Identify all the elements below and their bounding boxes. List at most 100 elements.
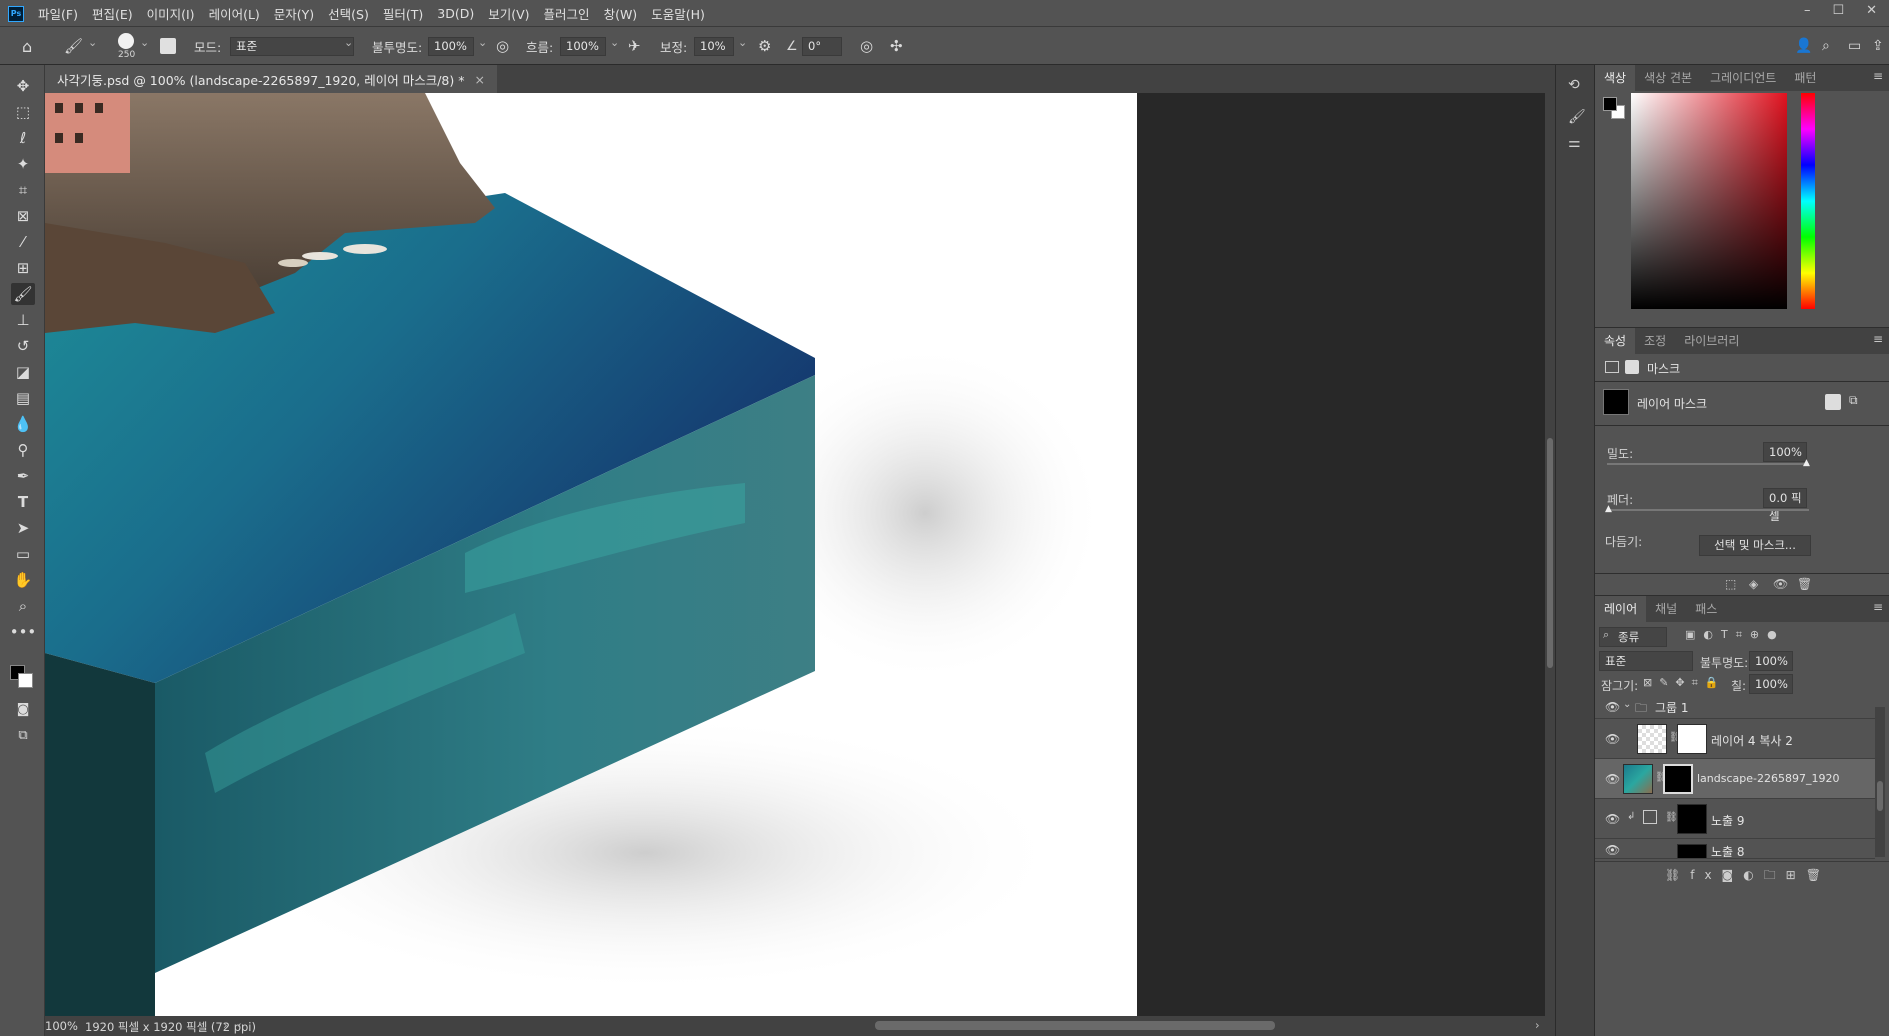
- scroll-left-icon[interactable]: ‹: [237, 1018, 242, 1032]
- pressure-opacity-icon[interactable]: ◎: [496, 27, 509, 65]
- layer-mask-thumbnail[interactable]: [1663, 764, 1693, 794]
- marquee-tool-icon[interactable]: ⬚: [11, 101, 35, 123]
- layer-blend-mode-select[interactable]: 표준: [1599, 651, 1693, 671]
- rectangle-tool-icon[interactable]: ▭: [11, 543, 35, 565]
- tab-color[interactable]: 색상: [1595, 65, 1636, 91]
- menu-edit[interactable]: 편집(E): [92, 4, 133, 23]
- menu-file[interactable]: 파일(F): [38, 4, 78, 23]
- angle-input[interactable]: 0°: [802, 37, 842, 56]
- type-tool-icon[interactable]: T: [11, 491, 35, 513]
- chevron-down-icon[interactable]: ⌄: [610, 36, 619, 49]
- document-tab[interactable]: 사각기둥.psd @ 100% (landscape-2265897_1920,…: [45, 65, 497, 93]
- background-color-swatch[interactable]: [18, 673, 33, 688]
- feather-slider[interactable]: [1607, 509, 1809, 511]
- link-icon[interactable]: ⛓: [1665, 812, 1678, 823]
- blur-tool-icon[interactable]: 💧: [11, 413, 35, 435]
- zoom-level[interactable]: 100%: [45, 1019, 78, 1033]
- workspace-icon[interactable]: ▭: [1848, 27, 1861, 65]
- close-tab-icon[interactable]: ×: [474, 72, 484, 87]
- tab-paths[interactable]: 패스: [1686, 596, 1726, 622]
- tab-gradients[interactable]: 그레이디언트: [1701, 65, 1785, 91]
- eye-icon[interactable]: 👁: [1605, 700, 1620, 714]
- chevron-down-icon[interactable]: ⌄: [738, 36, 747, 49]
- tab-layers[interactable]: 레이어: [1595, 596, 1647, 622]
- menu-help[interactable]: 도움말(H): [651, 4, 705, 23]
- more-tools-icon[interactable]: •••: [10, 621, 37, 643]
- layer-opacity-input[interactable]: 100%: [1749, 651, 1793, 671]
- tab-libraries[interactable]: 라이브러리: [1675, 328, 1748, 354]
- pressure-size-icon[interactable]: ◎: [860, 27, 873, 65]
- add-vector-mask-icon[interactable]: ⧉: [1849, 393, 1858, 408]
- magic-wand-tool-icon[interactable]: ✦: [11, 153, 35, 175]
- layer-row-exposure-8[interactable]: 👁 노출 8: [1595, 839, 1875, 859]
- tab-swatches[interactable]: 색상 견본: [1635, 65, 1701, 91]
- adjustments-panel-icon[interactable]: ⚌: [1568, 135, 1581, 151]
- pixel-mask-icon[interactable]: [1605, 361, 1619, 373]
- toggle-mask-eye-icon[interactable]: 👁: [1773, 577, 1788, 591]
- share-icon[interactable]: ⇪: [1872, 27, 1884, 65]
- status-chevron-icon[interactable]: ›: [223, 1018, 228, 1032]
- layer-mask-icon[interactable]: [1625, 360, 1639, 374]
- brush-panel-toggle-icon[interactable]: [160, 38, 176, 54]
- brush-settings-panel-icon[interactable]: 🖌: [1568, 109, 1586, 125]
- menu-view[interactable]: 보기(V): [488, 4, 529, 23]
- vertical-scrollbar-thumb[interactable]: [1547, 438, 1553, 668]
- color-foreground-swatch[interactable]: [1603, 97, 1617, 111]
- apply-mask-icon[interactable]: ◈: [1749, 577, 1758, 591]
- density-slider[interactable]: [1607, 463, 1809, 465]
- select-pixel-mask-icon[interactable]: [1825, 394, 1841, 410]
- opacity-input[interactable]: 100%: [428, 37, 474, 56]
- hand-tool-icon[interactable]: ✋: [11, 569, 35, 591]
- feather-slider-handle[interactable]: ▲: [1605, 504, 1612, 514]
- horizontal-scrollbar-thumb[interactable]: [875, 1021, 1275, 1030]
- eraser-tool-icon[interactable]: ◪: [11, 361, 35, 383]
- density-input[interactable]: 100%: [1763, 442, 1807, 462]
- brush-preset-icon[interactable]: 🖌: [64, 27, 83, 65]
- menu-window[interactable]: 창(W): [604, 4, 638, 23]
- chevron-down-icon[interactable]: ⌄: [140, 36, 149, 49]
- tab-properties[interactable]: 속성: [1595, 328, 1636, 354]
- layer-row-landscape[interactable]: 👁 ⛓ landscape-2265897_1920: [1595, 759, 1875, 799]
- move-tool-icon[interactable]: ✥: [11, 75, 35, 97]
- eye-icon[interactable]: 👁: [1605, 732, 1620, 746]
- close-icon[interactable]: ✕: [1866, 3, 1877, 18]
- eye-icon[interactable]: 👁: [1605, 772, 1620, 786]
- gradient-tool-icon[interactable]: ▤: [11, 387, 35, 409]
- history-brush-tool-icon[interactable]: ↺: [11, 335, 35, 357]
- layer-row-copy[interactable]: 👁 ⛓ 레이어 4 복사 2: [1595, 719, 1875, 759]
- gear-icon[interactable]: ⚙: [758, 27, 771, 65]
- menu-select[interactable]: 선택(S): [328, 4, 369, 23]
- path-selection-tool-icon[interactable]: ➤: [11, 517, 35, 539]
- chevron-down-icon[interactable]: ⌄: [88, 36, 97, 49]
- layer-row-exposure-9[interactable]: 👁 ↲ ⛓ 노출 9: [1595, 799, 1875, 839]
- layer-mask-thumbnail[interactable]: [1677, 804, 1707, 834]
- scroll-right-icon[interactable]: ›: [1535, 1018, 1540, 1032]
- brush-tip-icon[interactable]: [118, 33, 134, 49]
- feather-input[interactable]: 0.0 픽셀: [1763, 488, 1807, 523]
- layer-mask-thumbnail[interactable]: [1677, 724, 1707, 754]
- flow-input[interactable]: 100%: [560, 37, 606, 56]
- layer-row-group-1[interactable]: 👁 ⌄ 🗀 그룹 1: [1595, 695, 1875, 719]
- lasso-tool-icon[interactable]: ℓ: [11, 127, 35, 149]
- document-canvas[interactable]: [45, 93, 1137, 1016]
- tab-patterns[interactable]: 패턴: [1785, 65, 1825, 91]
- healing-brush-tool-icon[interactable]: ⊞: [11, 257, 35, 279]
- delete-mask-icon[interactable]: 🗑: [1797, 577, 1812, 591]
- symmetry-icon[interactable]: ✣: [890, 27, 903, 65]
- chevron-down-icon[interactable]: ⌄: [478, 36, 487, 49]
- brush-tool-icon[interactable]: 🖌: [11, 283, 35, 305]
- lock-icons[interactable]: ⊠✎✥⌗🔒: [1643, 676, 1726, 690]
- maximize-icon[interactable]: ☐: [1832, 3, 1844, 18]
- chevron-down-icon[interactable]: ⌄: [1623, 699, 1631, 710]
- clone-stamp-tool-icon[interactable]: ⊥: [11, 309, 35, 331]
- layers-scrollbar[interactable]: [1875, 707, 1885, 857]
- share-user-icon[interactable]: 👤: [1795, 27, 1812, 65]
- search-icon[interactable]: ⌕: [1822, 27, 1830, 65]
- mode-select[interactable]: 표준: [230, 37, 354, 56]
- properties-panel-menu-icon[interactable]: ≡: [1873, 332, 1883, 346]
- history-panel-icon[interactable]: ⟲: [1568, 77, 1580, 93]
- minimize-icon[interactable]: –: [1804, 3, 1811, 18]
- menu-plugins[interactable]: 플러그인: [544, 4, 590, 23]
- hue-slider[interactable]: [1801, 93, 1815, 309]
- menu-image[interactable]: 이미지(I): [147, 4, 195, 23]
